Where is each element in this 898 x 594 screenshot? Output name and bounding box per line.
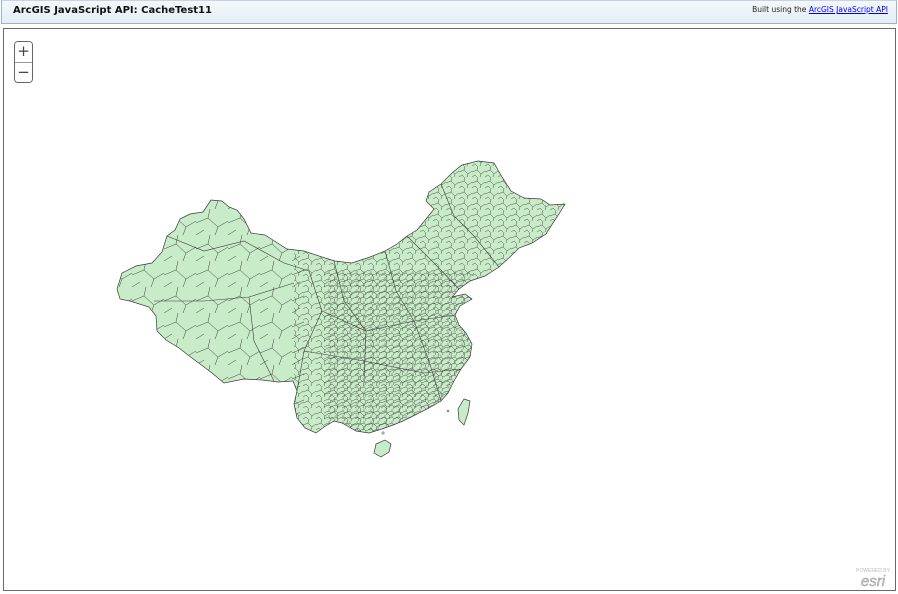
page-title: ArcGIS JavaScript API: CacheTest11: [13, 5, 212, 16]
header-credit: Built using the ArcGIS JavaScript API: [752, 5, 888, 14]
zoom-in-button[interactable]: +: [15, 42, 32, 62]
county-boundaries: [117, 161, 565, 433]
hainan-island[interactable]: [373, 439, 392, 458]
arcgis-api-link[interactable]: ArcGIS JavaScript API: [809, 5, 888, 14]
credit-text: Built using the: [752, 5, 807, 14]
svg-text:esri: esri: [861, 573, 886, 588]
zoom-control: + −: [14, 41, 33, 83]
islet: [446, 409, 450, 413]
esri-logo[interactable]: POWERED BY esri: [854, 564, 892, 588]
zoom-out-button[interactable]: −: [15, 62, 32, 82]
islet: [381, 431, 385, 435]
map-layer[interactable]: [4, 29, 896, 591]
map-container[interactable]: + − POWERED BY esri: [3, 28, 896, 591]
taiwan-island[interactable]: [457, 398, 471, 426]
app-header: ArcGIS JavaScript API: CacheTest11 Built…: [1, 0, 897, 24]
